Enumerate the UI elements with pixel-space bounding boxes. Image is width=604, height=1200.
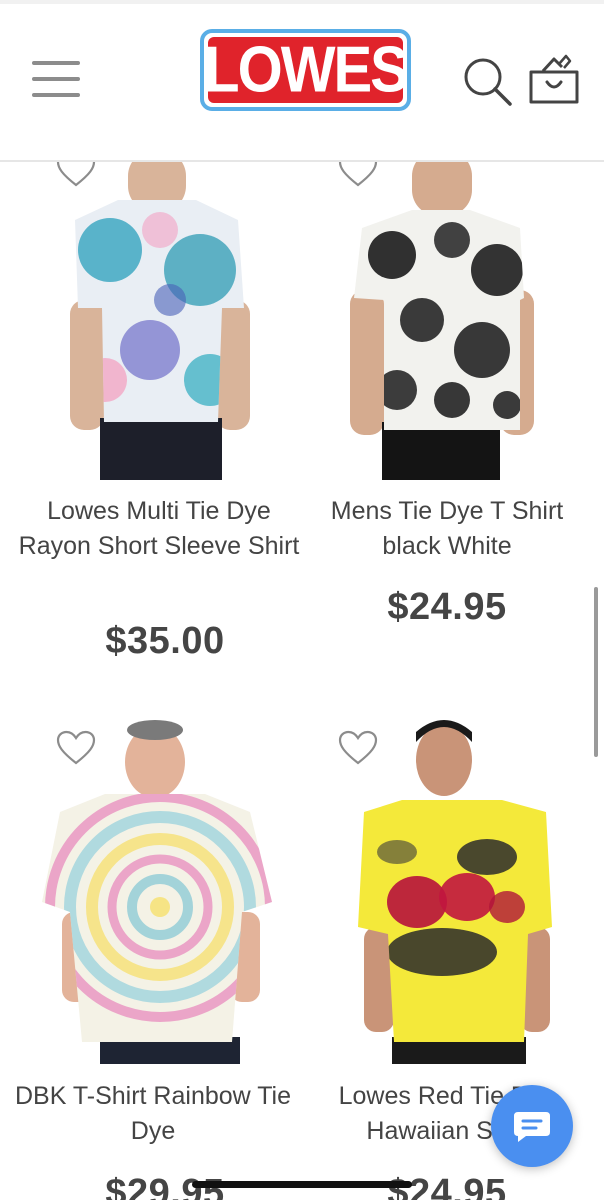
product-title[interactable]: Mens Tie Dye T Shirt black White [302, 494, 592, 564]
shopping-bag-icon[interactable] [526, 52, 582, 110]
product-price: $24.95 [387, 586, 507, 628]
page-scrollbar[interactable] [594, 587, 598, 757]
search-icon[interactable] [460, 54, 516, 110]
product-image[interactable] [302, 160, 604, 480]
lowes-logo[interactable]: LOWES [200, 29, 411, 111]
product-title[interactable]: Lowes Multi Tie Dye Rayon Short Sleeve S… [14, 494, 304, 564]
product-grid: Lowes Multi Tie Dye Rayon Short Sleeve S… [0, 0, 604, 1200]
product-image[interactable] [0, 712, 302, 1064]
home-indicator[interactable] [192, 1181, 412, 1188]
logo-text: LOWES [204, 33, 409, 106]
chat-bubble-icon[interactable] [491, 1085, 573, 1167]
product-title[interactable]: DBK T-Shirt Rainbow Tie Dye [8, 1079, 298, 1149]
hamburger-menu-icon[interactable] [30, 58, 84, 102]
heart-icon[interactable] [338, 730, 378, 766]
product-price: $35.00 [105, 620, 225, 662]
header-top-divider [0, 0, 604, 4]
product-image[interactable] [0, 160, 302, 480]
heart-icon[interactable] [56, 730, 96, 766]
site-header: LOWES [0, 0, 604, 162]
